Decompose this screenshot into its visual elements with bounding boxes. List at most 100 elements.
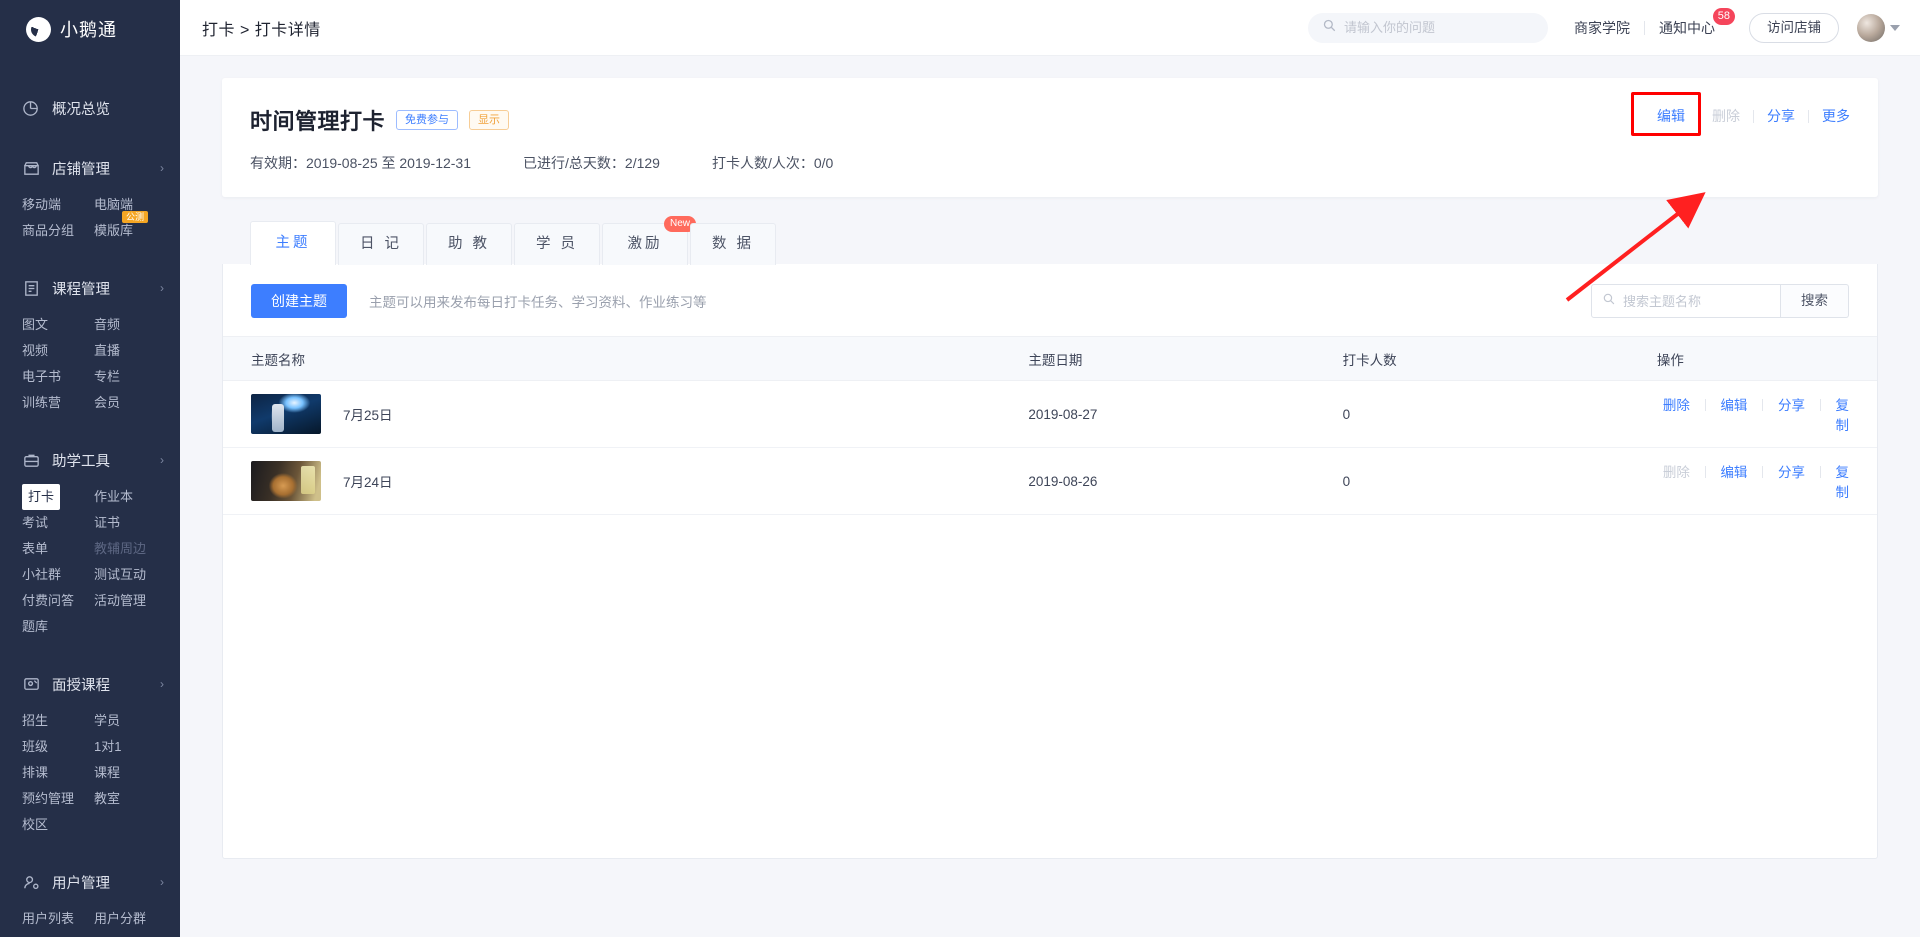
sidebar-item-membership[interactable]: 会员 <box>94 390 180 416</box>
tab-data[interactable]: 数 据 <box>690 223 776 265</box>
row-share-link[interactable]: 分享 <box>1778 398 1805 413</box>
sidebar-item-label: 模版库 <box>94 223 134 238</box>
book-icon <box>22 279 41 298</box>
row-delete-link: 删除 <box>1662 465 1690 480</box>
sidebar-item-ebook[interactable]: 电子书 <box>22 364 94 390</box>
goose-logo-icon <box>26 16 51 42</box>
tab-students[interactable]: 学 员 <box>514 223 600 265</box>
sidebar-item-exam[interactable]: 考试 <box>22 510 94 536</box>
sidebar-item-students[interactable]: 学员 <box>94 708 180 734</box>
visit-shop-button[interactable]: 访问店铺 <box>1749 12 1839 43</box>
sidebar-item-question-bank[interactable]: 题库 <box>22 614 94 640</box>
table-head: 主题名称 主题日期 打卡人数 操作 <box>223 336 1877 381</box>
sidebar-sublist-learning-tools: 打卡 作业本 考试 证书 表单 教辅周边 小社群 测试互动 付费问答 活动管理 … <box>0 482 180 646</box>
sidebar-group-shop[interactable]: 店铺管理 › <box>0 146 180 190</box>
brand[interactable]: 小鹅通 <box>0 0 180 58</box>
table-toolbar: 创建主题 主题可以用来发布每日打卡任务、学习资料、作业练习等 搜索 <box>223 264 1877 336</box>
row-copy-link[interactable]: 复制 <box>1836 398 1850 433</box>
sidebar-nav: 概况总览 店铺管理 › 移动端 电脑端 商品分组 模版库 公测 课程管理 › 图… <box>0 58 180 937</box>
user-menu[interactable] <box>1857 13 1900 42</box>
divider <box>1704 399 1706 411</box>
row-copy-link[interactable]: 复制 <box>1836 465 1850 500</box>
sidebar-item-interactive-test[interactable]: 测试互动 <box>94 562 180 588</box>
sidebar-item-enrollment[interactable]: 招生 <box>22 708 94 734</box>
sidebar-item-community[interactable]: 小社群 <box>22 562 94 588</box>
sidebar-group-learning-tools[interactable]: 助学工具 › <box>0 438 180 482</box>
share-link[interactable]: 分享 <box>1767 106 1795 126</box>
sidebar-group-courses[interactable]: 课程管理 › <box>0 266 180 310</box>
edit-link[interactable]: 编辑 <box>1657 108 1685 124</box>
sidebar-item-classroom[interactable]: 教室 <box>94 786 180 812</box>
tab-incentive[interactable]: 激励 New <box>602 216 696 265</box>
tab-theme[interactable]: 主题 <box>250 221 336 265</box>
sidebar-item-user-list[interactable]: 用户列表 <box>22 906 94 932</box>
cell-actions: 删除 编辑 分享 复制 <box>1628 447 1877 515</box>
theme-search-button[interactable]: 搜索 <box>1781 284 1849 318</box>
sidebar-item-column[interactable]: 专栏 <box>94 364 180 390</box>
sidebar-item-template-library[interactable]: 模版库 公测 <box>94 211 180 244</box>
sidebar-group-label: 面授课程 <box>52 677 110 694</box>
sidebar-item-product-group[interactable]: 商品分组 <box>22 218 94 244</box>
divider <box>1753 109 1754 123</box>
row-delete-link[interactable]: 删除 <box>1663 398 1690 413</box>
more-link[interactable]: 更多 <box>1822 106 1850 126</box>
checkin-header-card: 时间管理打卡 免费参与 显示 有效期：2019-08-25 至 2019-12-… <box>222 78 1878 302</box>
sidebar-item-audio[interactable]: 音频 <box>94 312 180 338</box>
theme-table-card: 创建主题 主题可以用来发布每日打卡任务、学习资料、作业练习等 搜索主题名称 搜索… <box>222 264 1878 859</box>
sidebar-item-video[interactable]: 视频 <box>22 338 94 364</box>
meta-participants: 打卡人数/人次：0/0 <box>711 155 834 171</box>
column-header-ops: 操作 <box>1628 336 1877 381</box>
theme-search-input[interactable] <box>1623 293 1770 309</box>
search-input[interactable] <box>1344 20 1534 35</box>
table-header-row: 主题名称 主题日期 打卡人数 操作 <box>223 336 1877 381</box>
sidebar-item-checkin[interactable]: 打卡 <box>22 484 60 510</box>
sidebar-item-live[interactable]: 直播 <box>94 338 180 364</box>
search-icon <box>1322 18 1337 38</box>
sidebar-group-offline-courses[interactable]: 面授课程 › <box>0 662 180 706</box>
theme-thumbnail[interactable] <box>251 461 321 501</box>
row-edit-link[interactable]: 编辑 <box>1720 398 1747 413</box>
global-search[interactable] <box>1308 12 1548 43</box>
cell-date: 2019-08-27 <box>1000 380 1315 448</box>
sidebar-item-workbook[interactable]: 作业本 <box>94 484 180 510</box>
row-edit-link[interactable]: 编辑 <box>1720 465 1747 480</box>
row-share-link[interactable]: 分享 <box>1778 465 1805 480</box>
table-body: 7月25日 2019-08-27 0 删除 编辑 分享 复制 7月24日 201… <box>223 380 1877 515</box>
sidebar-item-bootcamp[interactable]: 训练营 <box>22 390 94 416</box>
divider <box>1762 399 1764 411</box>
title-row: 时间管理打卡 免费参与 显示 <box>250 104 1850 136</box>
theme-thumbnail[interactable] <box>251 394 321 434</box>
avatar <box>1857 13 1885 42</box>
column-header-count: 打卡人数 <box>1314 336 1629 381</box>
sidebar-item-one-on-one[interactable]: 1对1 <box>94 734 180 760</box>
sidebar-item-booking-mgmt[interactable]: 预约管理 <box>22 786 94 812</box>
tab-assistant[interactable]: 助 教 <box>426 223 512 265</box>
sidebar-item-mobile[interactable]: 移动端 <box>22 192 94 218</box>
divider <box>1808 109 1809 123</box>
theme-table: 主题名称 主题日期 打卡人数 操作 7月25日 2019-08-27 0 删除 … <box>223 336 1877 515</box>
sidebar-item-course[interactable]: 课程 <box>94 760 180 786</box>
edit-action-wrap: 编辑 <box>1631 92 1701 136</box>
sidebar-item-campus[interactable]: 校区 <box>22 812 94 838</box>
sidebar-item-graphic[interactable]: 图文 <box>22 312 94 338</box>
sidebar-item-user-segments[interactable]: 用户分群 <box>94 906 180 932</box>
sidebar-item-certificate[interactable]: 证书 <box>94 510 180 536</box>
tab-diary[interactable]: 日 记 <box>338 223 424 265</box>
sidebar-item-activity-mgmt[interactable]: 活动管理 <box>94 588 180 614</box>
toolbar-hint: 主题可以用来发布每日打卡任务、学习资料、作业练习等 <box>369 295 707 310</box>
theme-search-box[interactable] <box>1591 284 1781 318</box>
toolbox-icon <box>22 451 41 470</box>
sidebar-item-form[interactable]: 表单 <box>22 536 94 562</box>
sidebar-item-teaching-aids: 教辅周边 <box>94 541 147 556</box>
app-root: 小鹅通 概况总览 店铺管理 › 移动端 电脑端 商品分组 模版库 公测 课程管理… <box>0 0 1920 937</box>
create-theme-button[interactable]: 创建主题 <box>251 284 347 318</box>
merchant-academy-link[interactable]: 商家学院 <box>1574 18 1630 38</box>
column-header-name: 主题名称 <box>223 336 1001 381</box>
sidebar-item-class[interactable]: 班级 <box>22 734 94 760</box>
sidebar-item-paid-qa[interactable]: 付费问答 <box>22 588 94 614</box>
sidebar-item-overview[interactable]: 概况总览 <box>0 86 180 130</box>
page-title: 时间管理打卡 <box>250 109 386 134</box>
sidebar-group-user-mgmt[interactable]: 用户管理 › <box>0 860 180 904</box>
sidebar-item-scheduling[interactable]: 排课 <box>22 760 94 786</box>
notification-center-link[interactable]: 通知中心 58 <box>1659 7 1735 38</box>
